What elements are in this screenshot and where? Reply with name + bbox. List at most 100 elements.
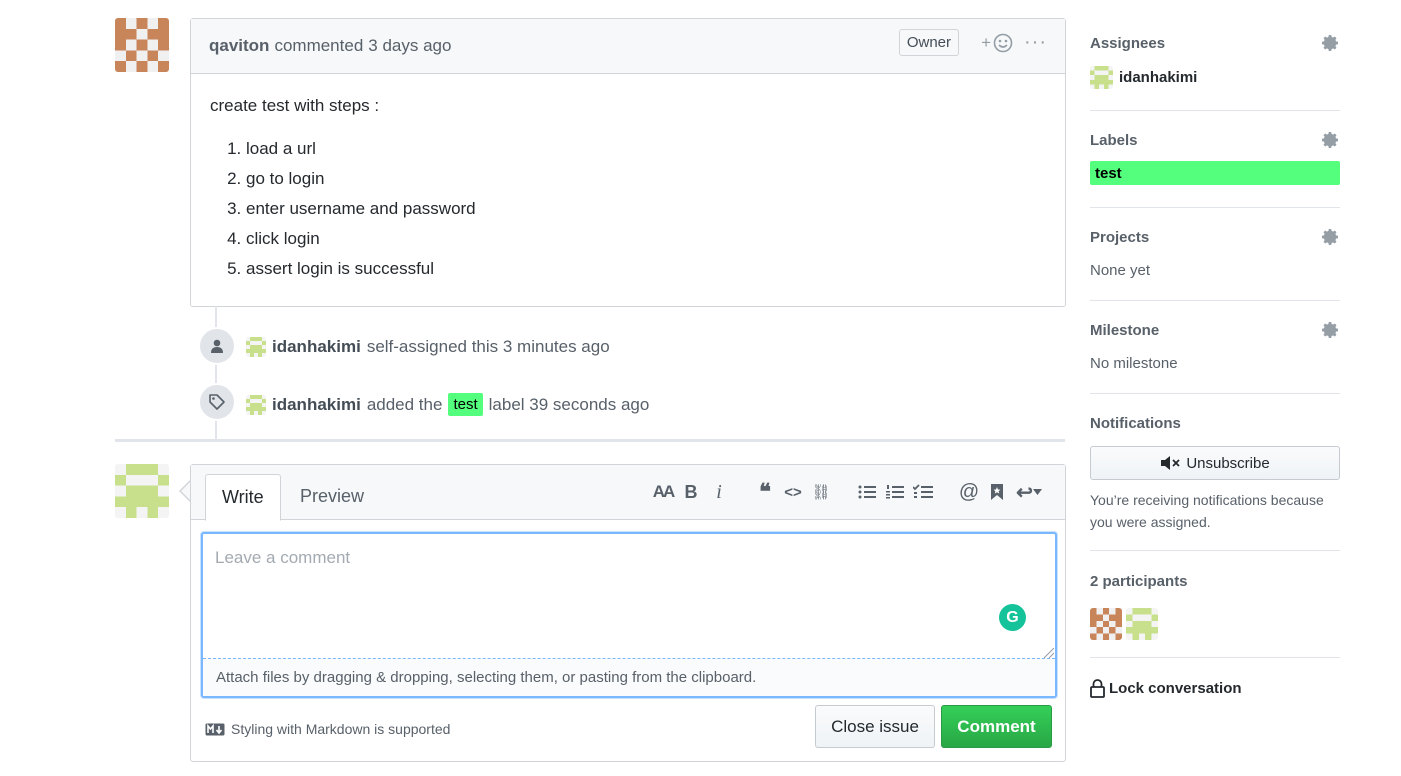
idanhakimi-avatar[interactable] [1126, 608, 1158, 640]
label-test-link[interactable]: test [1090, 161, 1340, 185]
comment-action: commented [274, 36, 364, 55]
sidebar-notifications: Notifications Unsubscribe You’re receivi… [1090, 415, 1340, 551]
add-reaction-button[interactable]: + [981, 33, 1013, 53]
tab-write[interactable]: Write [205, 474, 281, 521]
gear-icon[interactable] [1322, 228, 1340, 246]
labels-title: Labels [1090, 131, 1138, 149]
idanhakimi-avatar[interactable] [246, 337, 266, 357]
event-text: self-assigned this 3 minutes ago [366, 337, 610, 356]
idanhakimi-avatar [1090, 66, 1113, 89]
lock-conversation-link[interactable]: Lock conversation [1090, 679, 1242, 698]
projects-heading[interactable]: Projects [1090, 228, 1340, 246]
notifications-note: You’re receiving notifications because y… [1090, 492, 1324, 530]
code-icon[interactable]: <> [779, 479, 807, 505]
grammarly-icon[interactable]: G [999, 604, 1026, 631]
assignee-name: idanhakimi [1119, 69, 1198, 86]
quote-icon[interactable]: ❝ [751, 479, 779, 505]
bold-icon[interactable]: B [677, 479, 705, 505]
assignees-title: Assignees [1090, 34, 1166, 52]
comment-timestamp-link[interactable]: 3 days ago [368, 36, 451, 56]
mention-icon[interactable]: @ [955, 479, 983, 505]
qaviton-avatar[interactable] [1090, 608, 1122, 640]
label-test-link[interactable]: test [448, 393, 483, 416]
plus-glyph: + [981, 33, 991, 52]
markdown-note: Styling with Markdown is supported [205, 721, 450, 737]
timeline-event-assigned: idanhakimi self-assigned this 3 minutes … [246, 337, 610, 357]
notifications-heading: Notifications [1090, 415, 1340, 432]
list-item: load a url [246, 138, 1046, 160]
projects-value: None yet [1090, 262, 1151, 279]
smiley-icon [993, 33, 1013, 53]
timeline-event-labeled: idanhakimi added the test label 39 secon… [246, 393, 649, 416]
event-actor-link[interactable]: idanhakimi [272, 337, 361, 357]
unsubscribe-label: Unsubscribe [1186, 454, 1270, 472]
sidebar-labels: Labels test [1090, 131, 1340, 208]
participants-title: 2 participants [1090, 573, 1188, 590]
close-issue-button[interactable]: Close issue [815, 705, 935, 748]
unsubscribe-button[interactable]: Unsubscribe [1090, 446, 1340, 480]
markdown-note-link[interactable]: Styling with Markdown is supported [231, 721, 450, 737]
notifications-title: Notifications [1090, 415, 1181, 432]
tag-icon [198, 383, 236, 421]
issue-comment: qaviton commented 3 days ago Owner + ···… [190, 18, 1066, 307]
sidebar-assignees: Assignees idanhakimi [1090, 34, 1340, 111]
lock-label: Lock conversation [1109, 680, 1242, 697]
participants-heading: 2 participants [1090, 573, 1340, 590]
current-user-avatar[interactable] [115, 464, 169, 518]
comment-body: create test with steps : load a url go t… [191, 74, 1065, 300]
comment-author-link[interactable]: qaviton [209, 36, 269, 56]
reply-arrow: ↩ [1016, 481, 1033, 504]
form-header: Write Preview AA B i ❝ <> ⛓ @ ↩ [191, 465, 1065, 521]
markdown-toolbar: AA B i ❝ <> ⛓ @ ↩ [649, 479, 1047, 505]
comment-header: qaviton commented 3 days ago Owner + ··· [191, 19, 1065, 74]
person-icon [198, 327, 236, 365]
list-item: enter username and password [246, 198, 1046, 220]
resize-handle-icon[interactable] [1044, 648, 1054, 658]
event-text-before: added the [366, 394, 443, 414]
markdown-icon[interactable] [205, 723, 225, 736]
timeline-divider [115, 439, 1065, 442]
link-icon[interactable]: ⛓ [807, 479, 835, 505]
comment-editor: G Attach files by dragging & dropping, s… [201, 532, 1057, 698]
bulleted-list-icon[interactable] [853, 479, 881, 505]
milestone-title: Milestone [1090, 321, 1160, 339]
milestone-heading[interactable]: Milestone [1090, 321, 1340, 339]
chevron-down-icon [1032, 489, 1042, 495]
bookmark-icon[interactable] [983, 479, 1011, 505]
list-item: go to login [246, 168, 1046, 190]
labels-heading[interactable]: Labels [1090, 131, 1340, 149]
mute-icon [1161, 456, 1180, 470]
event-actor-link[interactable]: idanhakimi [272, 395, 361, 415]
milestone-value: No milestone [1090, 355, 1178, 372]
assignees-heading[interactable]: Assignees [1090, 34, 1340, 52]
gear-icon[interactable] [1322, 131, 1340, 149]
gear-icon[interactable] [1322, 321, 1340, 339]
comment-textarea[interactable] [203, 534, 1055, 658]
owner-badge: Owner [898, 29, 959, 56]
qaviton-avatar[interactable] [115, 18, 169, 72]
tab-preview[interactable]: Preview [284, 474, 380, 519]
sidebar-milestone: Milestone No milestone [1090, 321, 1340, 394]
list-item: click login [246, 228, 1046, 250]
sidebar-projects: Projects None yet [1090, 228, 1340, 301]
italic-icon[interactable]: i [705, 479, 733, 505]
gear-icon[interactable] [1322, 34, 1340, 52]
participants-list [1090, 608, 1340, 640]
attach-files-area[interactable]: Attach files by dragging & dropping, sel… [203, 658, 1055, 696]
more-options-button[interactable]: ··· [1024, 31, 1047, 54]
task-list-icon[interactable] [909, 479, 937, 505]
assignee-item[interactable]: idanhakimi [1090, 66, 1340, 89]
event-text-after: label 39 seconds ago [488, 394, 650, 414]
idanhakimi-avatar[interactable] [246, 394, 266, 415]
lock-icon [1090, 679, 1105, 698]
header-text-icon[interactable]: AA [649, 479, 677, 505]
sidebar-participants: 2 participants [1090, 573, 1340, 658]
comment-button[interactable]: Comment [941, 705, 1052, 748]
steps-list: load a url go to login enter username an… [210, 138, 1046, 280]
projects-title: Projects [1090, 228, 1150, 246]
reply-icon[interactable]: ↩ [1011, 479, 1047, 505]
numbered-list-icon[interactable] [881, 479, 909, 505]
new-comment-form: Write Preview AA B i ❝ <> ⛓ @ ↩ Leave a … [190, 464, 1066, 762]
list-item: assert login is successful [246, 258, 1046, 280]
comment-intro: create test with steps : [210, 96, 380, 115]
